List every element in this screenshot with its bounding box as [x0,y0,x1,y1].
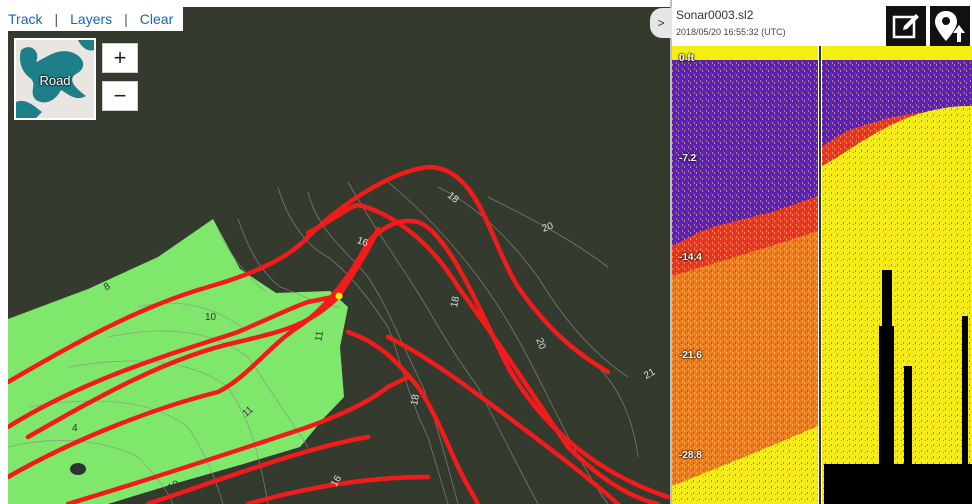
island-shape [70,463,86,475]
location-pin-button[interactable] [930,6,970,46]
clear-link[interactable]: Clear [140,11,173,27]
toolbar-separator: | [124,11,128,27]
contour-label: 20 [533,337,547,352]
depth-label: -14.4 [679,252,702,263]
edit-icon [892,14,919,39]
sonar-timestamp: 2018/05/20 16:55:32 (UTC) [676,27,786,37]
depth-label: -7.2 [679,153,697,164]
position-marker [335,292,343,300]
edit-button[interactable] [886,6,926,46]
track-link[interactable]: Track [8,11,42,27]
zoom-out-button[interactable]: − [102,81,138,111]
zoom-in-button[interactable]: + [102,43,138,73]
layers-link[interactable]: Layers [70,11,112,27]
sonar-file-name: Sonar0003.sl2 [676,8,754,22]
map-canvas[interactable]: 15 18 16 20 8 10 11 18 20 11 21 4 18 10 … [8,7,670,504]
sonar-image [672,46,972,504]
collapse-sonar-button[interactable]: > [650,8,672,38]
contour-label: 18 [409,393,422,406]
contour-label: 4 [72,423,78,434]
contour-label: 21 [642,366,658,381]
map-toolbar: Track | Layers | Clear [8,7,184,31]
contour-label: 10 [205,312,217,323]
sonar-panel: Sonar0003.sl2 2018/05/20 16:55:32 (UTC) [672,0,972,504]
contour-label: 18 [445,190,461,206]
contour-label: 15 [237,210,250,223]
basemap-label: Road [39,73,71,88]
depth-label: 0 ft [679,53,694,64]
contour-label: 18 [449,295,462,308]
basemap-toggle[interactable]: Road [14,38,96,120]
location-pin-icon [935,11,965,42]
depth-label: -28.8 [679,450,702,461]
toolbar-separator: | [54,11,59,27]
depth-label: -21.6 [679,350,702,361]
contour-label: 20 [541,220,556,234]
